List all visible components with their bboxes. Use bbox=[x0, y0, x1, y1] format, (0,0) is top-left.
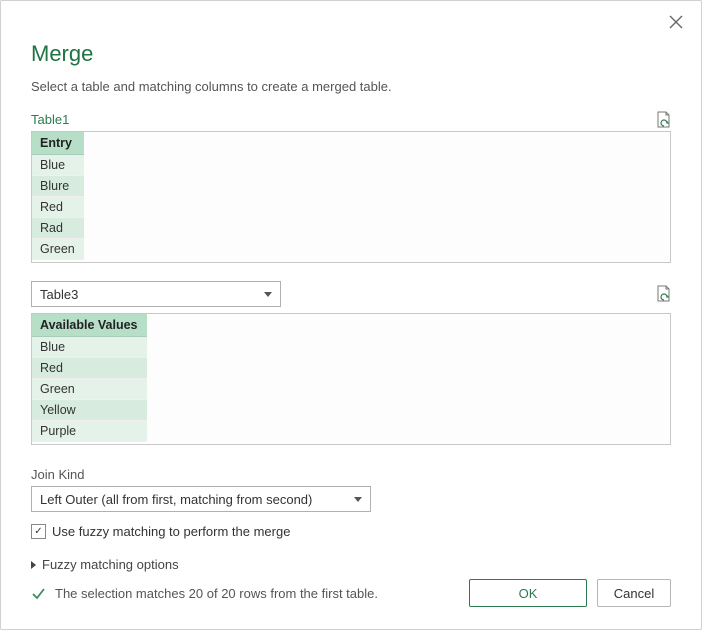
table-row[interactable]: Yellow bbox=[32, 400, 147, 421]
table-row[interactable]: Rad bbox=[32, 218, 84, 239]
table1-preview[interactable]: Entry Blue Blure Red Rad Green bbox=[31, 131, 671, 263]
table-row[interactable]: Blue bbox=[32, 337, 147, 358]
join-kind-selected-value: Left Outer (all from first, matching fro… bbox=[40, 492, 312, 507]
fuzzy-options-label: Fuzzy matching options bbox=[42, 557, 179, 572]
chevron-down-icon bbox=[264, 292, 272, 297]
table1-header-row: Table1 bbox=[31, 110, 671, 129]
check-icon bbox=[31, 586, 46, 601]
join-kind-label: Join Kind bbox=[31, 467, 671, 482]
table-row[interactable]: Green bbox=[32, 239, 84, 260]
merge-dialog: Merge Select a table and matching column… bbox=[0, 0, 702, 630]
status-row: The selection matches 20 of 20 rows from… bbox=[31, 586, 378, 601]
table2-selector-row: Table3 bbox=[31, 281, 671, 307]
table-row[interactable]: Blue bbox=[32, 155, 84, 176]
join-kind-select[interactable]: Left Outer (all from first, matching fro… bbox=[31, 486, 371, 512]
refresh-table1-icon[interactable] bbox=[655, 111, 671, 129]
table-row[interactable]: Green bbox=[32, 379, 147, 400]
chevron-down-icon bbox=[354, 497, 362, 502]
button-row: OK Cancel bbox=[469, 579, 671, 607]
table2-column-header[interactable]: Available Values bbox=[32, 314, 147, 337]
ok-button[interactable]: OK bbox=[469, 579, 587, 607]
fuzzy-matching-checkbox[interactable]: ✓ bbox=[31, 524, 46, 539]
table1-column[interactable]: Entry Blue Blure Red Rad Green bbox=[32, 132, 84, 260]
fuzzy-checkbox-row: ✓ Use fuzzy matching to perform the merg… bbox=[31, 524, 671, 539]
bottom-row: The selection matches 20 of 20 rows from… bbox=[31, 579, 671, 607]
status-text: The selection matches 20 of 20 rows from… bbox=[55, 586, 378, 601]
fuzzy-options-expander[interactable]: Fuzzy matching options bbox=[31, 557, 671, 572]
dialog-subtitle: Select a table and matching columns to c… bbox=[31, 79, 671, 94]
fuzzy-matching-label: Use fuzzy matching to perform the merge bbox=[52, 524, 290, 539]
table2-select[interactable]: Table3 bbox=[31, 281, 281, 307]
triangle-right-icon bbox=[31, 561, 36, 569]
dialog-title: Merge bbox=[31, 41, 671, 67]
table-row[interactable]: Blure bbox=[32, 176, 84, 197]
cancel-button[interactable]: Cancel bbox=[597, 579, 671, 607]
table1-column-header[interactable]: Entry bbox=[32, 132, 84, 155]
table-row[interactable]: Red bbox=[32, 197, 84, 218]
table-row[interactable]: Purple bbox=[32, 421, 147, 442]
close-icon[interactable] bbox=[669, 15, 683, 29]
table-row[interactable]: Red bbox=[32, 358, 147, 379]
table2-preview[interactable]: Available Values Blue Red Green Yellow P… bbox=[31, 313, 671, 445]
table2-column[interactable]: Available Values Blue Red Green Yellow P… bbox=[32, 314, 147, 442]
table1-label: Table1 bbox=[31, 110, 69, 129]
refresh-table2-icon[interactable] bbox=[655, 285, 671, 303]
table2-selected-value: Table3 bbox=[40, 287, 78, 302]
